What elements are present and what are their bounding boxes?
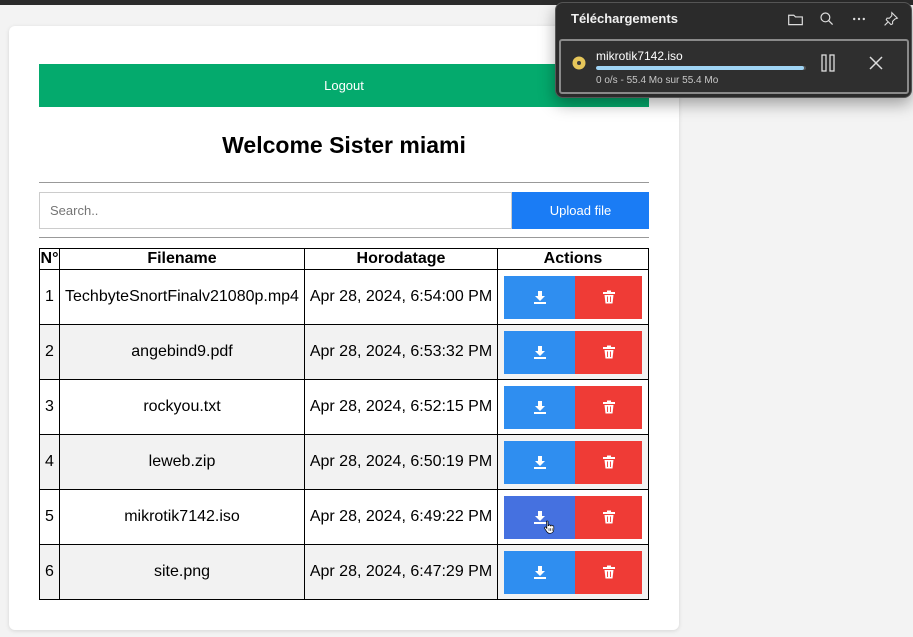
row-actions: [497, 489, 649, 545]
row-actions: [497, 269, 649, 325]
pin-icon[interactable]: [881, 9, 901, 29]
delete-button[interactable]: [575, 550, 642, 594]
disc-file-icon: [572, 56, 586, 70]
close-icon[interactable]: [867, 54, 885, 72]
download-button[interactable]: [504, 330, 575, 374]
row-number: 2: [39, 324, 60, 380]
row-filename: site.png: [59, 544, 305, 600]
divider-bottom: [39, 237, 649, 238]
row-timestamp: Apr 28, 2024, 6:49:22 PM: [304, 489, 498, 545]
row-timestamp: Apr 28, 2024, 6:47:29 PM: [304, 544, 498, 600]
delete-button[interactable]: [575, 495, 642, 539]
header-filename: Filename: [59, 248, 305, 270]
trash-icon: [602, 455, 616, 469]
trash-icon: [602, 565, 616, 579]
trash-icon: [602, 290, 616, 304]
row-timestamp: Apr 28, 2024, 6:52:15 PM: [304, 379, 498, 435]
delete-button[interactable]: [575, 440, 642, 484]
row-actions: [497, 324, 649, 380]
delete-button[interactable]: [575, 330, 642, 374]
download-button[interactable]: [504, 495, 575, 539]
divider-top: [39, 182, 649, 183]
row-filename: angebind9.pdf: [59, 324, 305, 380]
row-number: 1: [39, 269, 60, 325]
download-status: 0 o/s - 55.4 Mo sur 55.4 Mo: [596, 75, 719, 86]
trash-icon: [602, 400, 616, 414]
more-icon[interactable]: [849, 9, 869, 29]
download-button[interactable]: [504, 550, 575, 594]
download-item[interactable]: mikrotik7142.iso 0 o/s - 55.4 Mo sur 55.…: [559, 39, 909, 94]
table-row: 6 site.png Apr 28, 2024, 6:47:29 PM: [39, 544, 649, 600]
row-number: 5: [39, 489, 60, 545]
row-actions: [497, 434, 649, 490]
delete-button[interactable]: [575, 275, 642, 319]
trash-icon: [602, 510, 616, 524]
table-row: 3 rockyou.txt Apr 28, 2024, 6:52:15 PM: [39, 379, 649, 435]
trash-icon: [602, 345, 616, 359]
header-number: N°: [39, 248, 60, 270]
table-row: 1 TechbyteSnortFinalv21080p.mp4 Apr 28, 20…: [39, 269, 649, 325]
download-icon: [533, 290, 547, 304]
row-number: 6: [39, 544, 60, 600]
welcome-heading: Welcome Sister miami: [222, 132, 466, 158]
search-icon[interactable]: [817, 9, 837, 29]
row-timestamp: Apr 28, 2024, 6:54:00 PM: [304, 269, 498, 325]
downloads-panel: Téléchargements mikrotik7142.iso 0 o/s -…: [555, 2, 912, 98]
download-button[interactable]: [504, 385, 575, 429]
table-row: 2 angebind9.pdf Apr 28, 2024, 6:53:32 PM: [39, 324, 649, 380]
row-number: 3: [39, 379, 60, 435]
main-card: Logout Welcome Sister miami Upload file …: [9, 26, 679, 630]
upload-file-button[interactable]: Upload file: [512, 192, 649, 229]
downloads-title: Téléchargements: [571, 11, 678, 26]
pause-icon[interactable]: [819, 54, 837, 72]
download-icon: [533, 565, 547, 579]
row-timestamp: Apr 28, 2024, 6:53:32 PM: [304, 324, 498, 380]
download-button[interactable]: [504, 275, 575, 319]
row-filename: mikrotik7142.iso: [59, 489, 305, 545]
row-filename: TechbyteSnortFinalv21080p.mp4: [59, 269, 305, 325]
delete-button[interactable]: [575, 385, 642, 429]
hand-cursor-icon: [544, 520, 555, 534]
row-actions: [497, 544, 649, 600]
download-icon: [533, 345, 547, 359]
row-filename: leweb.zip: [59, 434, 305, 490]
header-actions: Actions: [497, 248, 649, 270]
folder-icon[interactable]: [785, 9, 805, 29]
download-button[interactable]: [504, 440, 575, 484]
row-number: 4: [39, 434, 60, 490]
table-header-row: N° Filename Horodatage Actions: [39, 248, 649, 270]
download-filename: mikrotik7142.iso: [596, 49, 683, 63]
download-icon: [533, 455, 547, 469]
download-progress-bar: [596, 66, 806, 70]
row-timestamp: Apr 28, 2024, 6:50:19 PM: [304, 434, 498, 490]
files-table: N° Filename Horodatage Actions 1 Techbyte…: [39, 248, 649, 600]
download-icon: [533, 400, 547, 414]
search-input[interactable]: [39, 192, 512, 229]
row-actions: [497, 379, 649, 435]
row-filename: rockyou.txt: [59, 379, 305, 435]
table-row: 5 mikrotik7142.iso Apr 28, 2024, 6:49:22 P…: [39, 489, 649, 545]
header-timestamp: Horodatage: [304, 248, 498, 270]
table-row: 4 leweb.zip Apr 28, 2024, 6:50:19 PM: [39, 434, 649, 490]
